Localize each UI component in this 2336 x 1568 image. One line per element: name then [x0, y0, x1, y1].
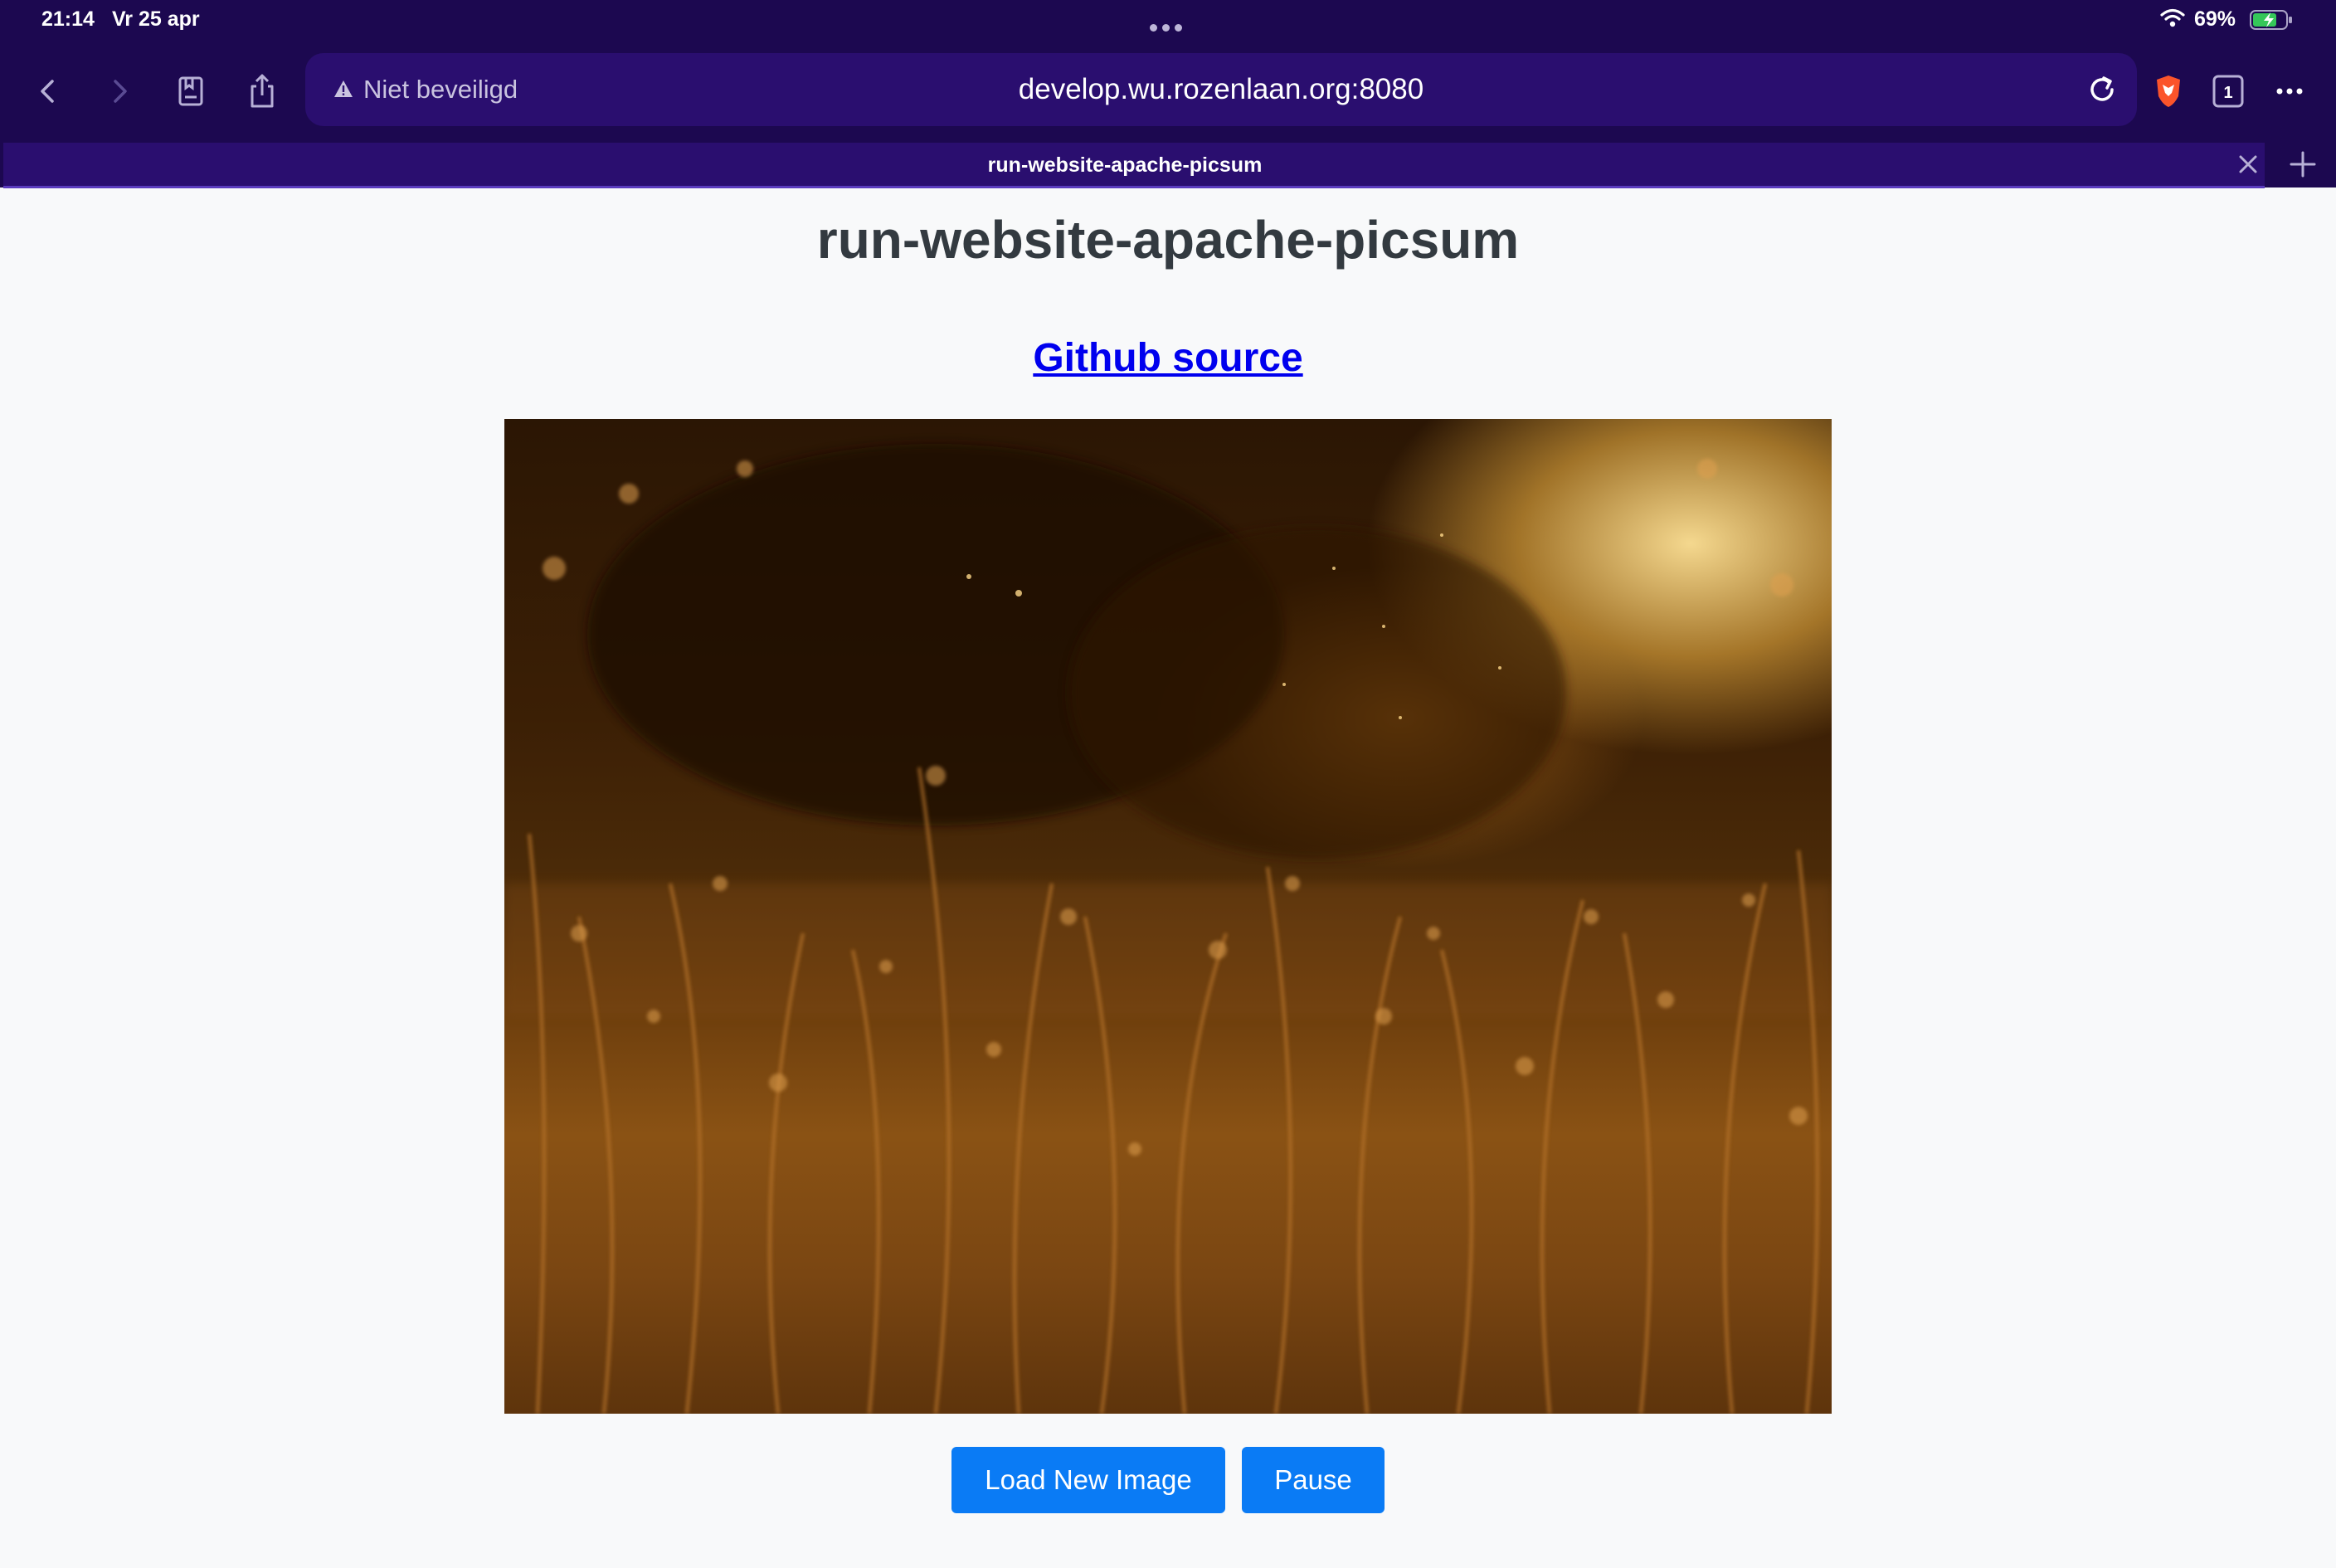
status-date: Vr 25 apr — [112, 7, 200, 31]
brave-shield-icon[interactable] — [2145, 68, 2192, 114]
active-tab[interactable]: run-website-apache-picsum — [3, 143, 2265, 188]
pause-button[interactable]: Pause — [1242, 1447, 1385, 1513]
picsum-image — [504, 419, 1832, 1414]
back-icon[interactable] — [25, 68, 71, 114]
plus-icon[interactable] — [2288, 149, 2318, 179]
address-bar[interactable]: Niet beveiligd develop.wu.rozenlaan.org:… — [305, 53, 2137, 126]
battery-percentage: 69% — [2194, 7, 2236, 31]
status-time: 21:14 — [41, 7, 95, 31]
share-icon[interactable] — [239, 68, 285, 114]
browser-chrome: 21:14 Vr 25 apr 69% Niet beveiligd devel… — [0, 0, 2336, 188]
tab-count: 1 — [2223, 84, 2232, 102]
github-source-link[interactable]: Github source — [0, 335, 2336, 381]
bookmarks-icon[interactable] — [168, 68, 214, 114]
page-title: run-website-apache-picsum — [816, 210, 1520, 270]
more-icon[interactable] — [2266, 68, 2313, 114]
status-bar: 21:14 Vr 25 apr 69% — [0, 0, 2336, 40]
load-new-image-button[interactable]: Load New Image — [951, 1447, 1225, 1513]
browser-toolbar: Niet beveiligd develop.wu.rozenlaan.org:… — [0, 51, 2336, 131]
close-icon[interactable] — [2235, 151, 2261, 178]
url-text[interactable]: develop.wu.rozenlaan.org:8080 — [305, 73, 2137, 106]
tabs-icon[interactable]: 1 — [2205, 68, 2251, 114]
multitasking-dots-icon[interactable] — [1150, 13, 1188, 32]
tab-title: run-website-apache-picsum — [987, 153, 1263, 177]
forward-icon[interactable] — [96, 68, 143, 114]
reload-icon[interactable] — [2084, 71, 2120, 108]
battery-charging-icon — [2250, 10, 2293, 30]
tab-strip: run-website-apache-picsum — [0, 141, 2336, 188]
wifi-icon — [2160, 8, 2185, 28]
